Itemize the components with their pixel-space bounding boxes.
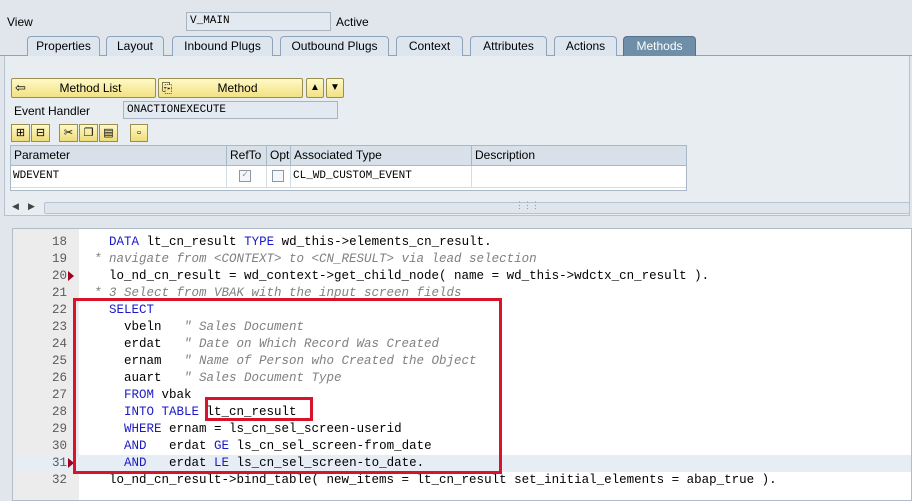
cell-opt[interactable]: [267, 166, 291, 187]
triangle-up-icon: ▲: [310, 82, 320, 93]
tab-properties[interactable]: Properties: [27, 36, 100, 56]
event-handler-label: Event Handler: [14, 104, 91, 118]
col-description[interactable]: Description: [472, 146, 687, 165]
line-number: 23: [51, 320, 67, 334]
code-line[interactable]: 20 lo_nd_cn_result = wd_context->get_chi…: [13, 268, 911, 285]
horizontal-scrollbar[interactable]: ◀ ▶ ⋮⋮⋮: [10, 200, 910, 216]
tab-strip: Properties Layout Inbound Plugs Outbound…: [0, 36, 912, 56]
method-list-button[interactable]: ⇦ Method List: [11, 78, 156, 98]
table-header: Parameter RefTo Opt Associated Type Desc…: [11, 146, 686, 166]
copy-icon: ❐: [83, 127, 94, 139]
scroll-left-icon[interactable]: ◀: [12, 201, 19, 212]
scroll-right-icon[interactable]: ▶: [28, 201, 35, 212]
line-number: 18: [51, 235, 67, 249]
line-number: 31: [51, 456, 67, 470]
code-line[interactable]: 18 DATA lt_cn_result TYPE wd_this->eleme…: [13, 234, 911, 251]
breakpoint-marker-icon[interactable]: [68, 271, 74, 281]
code-text: DATA lt_cn_result TYPE wd_this->elements…: [94, 234, 492, 251]
table-row[interactable]: WDEVENT ✓ CL_WD_CUSTOM_EVENT: [11, 166, 686, 188]
code-token: wd_this->elements_cn_result.: [274, 235, 492, 249]
opt-checkbox[interactable]: [272, 170, 284, 182]
copy-button[interactable]: ❐: [79, 124, 98, 142]
col-parameter[interactable]: Parameter: [11, 146, 227, 165]
code-text: lo_nd_cn_result = wd_context->get_child_…: [94, 268, 709, 285]
cell-parameter[interactable]: WDEVENT: [11, 166, 227, 187]
line-number: 21: [51, 286, 67, 300]
line-number: 26: [51, 371, 67, 385]
line-number: 29: [51, 422, 67, 436]
triangle-down-icon: ▼: [330, 82, 340, 93]
line-number: 30: [51, 439, 67, 453]
delete-row-button[interactable]: ⊟: [31, 124, 50, 142]
cut-button[interactable]: ✂: [59, 124, 78, 142]
select-statement-highlight: [73, 298, 502, 474]
method-icon: ⎘: [162, 80, 173, 95]
method-button[interactable]: ⎘ Method: [158, 78, 303, 98]
code-token: lo_nd_cn_result->bind_table( new_items =…: [94, 473, 777, 487]
parameter-table: Parameter RefTo Opt Associated Type Desc…: [10, 145, 687, 191]
previous-button[interactable]: ▲: [306, 78, 324, 98]
scroll-track[interactable]: ⋮⋮⋮: [44, 200, 910, 214]
tab-actions[interactable]: Actions: [554, 36, 617, 56]
status-text: Active: [336, 15, 369, 29]
line-number: 22: [51, 303, 67, 317]
line-number: 28: [51, 405, 67, 419]
insert-row-button[interactable]: ⊞: [11, 124, 30, 142]
col-associated-type[interactable]: Associated Type: [291, 146, 472, 165]
line-number: 32: [51, 473, 67, 487]
line-number: 19: [51, 252, 67, 266]
tab-layout[interactable]: Layout: [106, 36, 164, 56]
result-table-highlight: [205, 397, 313, 421]
tab-context[interactable]: Context: [396, 36, 463, 56]
scissors-icon: ✂: [63, 127, 74, 139]
line-number: 24: [51, 337, 67, 351]
code-comment: * navigate from <CONTEXT> to <CN_RESULT>…: [94, 252, 537, 266]
tab-inbound-plugs[interactable]: Inbound Plugs: [172, 36, 273, 56]
cell-refto[interactable]: ✓: [227, 166, 267, 187]
tab-attributes[interactable]: Attributes: [470, 36, 547, 56]
code-token: lo_nd_cn_result = wd_context->get_child_…: [94, 269, 710, 283]
grip-icon: ⋮⋮⋮: [515, 200, 540, 210]
line-number: 20: [51, 269, 67, 283]
details-button[interactable]: ▫: [130, 124, 148, 142]
code-keyword: DATA: [109, 235, 140, 249]
line-number: 25: [51, 354, 67, 368]
code-line[interactable]: 32 lo_nd_cn_result->bind_table( new_item…: [13, 472, 911, 489]
refto-checkbox[interactable]: ✓: [239, 170, 251, 182]
view-name-field[interactable]: V_MAIN: [186, 12, 331, 31]
square-icon: ▫: [137, 127, 141, 139]
code-keyword: TYPE: [244, 235, 275, 249]
insert-row-icon: ⊞: [15, 127, 26, 139]
cell-description[interactable]: [472, 166, 687, 187]
code-text: * navigate from <CONTEXT> to <CN_RESULT>…: [94, 251, 537, 268]
next-button[interactable]: ▼: [326, 78, 344, 98]
cell-associated-type[interactable]: CL_WD_CUSTOM_EVENT: [291, 166, 472, 187]
col-refto[interactable]: RefTo: [227, 146, 267, 165]
event-handler-field[interactable]: ONACTIONEXECUTE: [123, 101, 338, 119]
paste-button[interactable]: ▤: [99, 124, 118, 142]
tab-outbound-plugs[interactable]: Outbound Plugs: [280, 36, 389, 56]
code-token: lt_cn_result: [139, 235, 245, 249]
col-opt[interactable]: Opt: [267, 146, 291, 165]
tab-methods[interactable]: Methods: [623, 36, 696, 56]
paste-icon: ▤: [103, 127, 114, 139]
code-text: lo_nd_cn_result->bind_table( new_items =…: [94, 472, 777, 489]
delete-row-icon: ⊟: [35, 127, 46, 139]
line-number: 27: [51, 388, 67, 402]
view-label: View: [7, 15, 33, 29]
code-line[interactable]: 19 * navigate from <CONTEXT> to <CN_RESUL…: [13, 251, 911, 268]
table-row-partial: [11, 188, 686, 192]
arrow-left-icon: ⇦: [15, 80, 26, 95]
